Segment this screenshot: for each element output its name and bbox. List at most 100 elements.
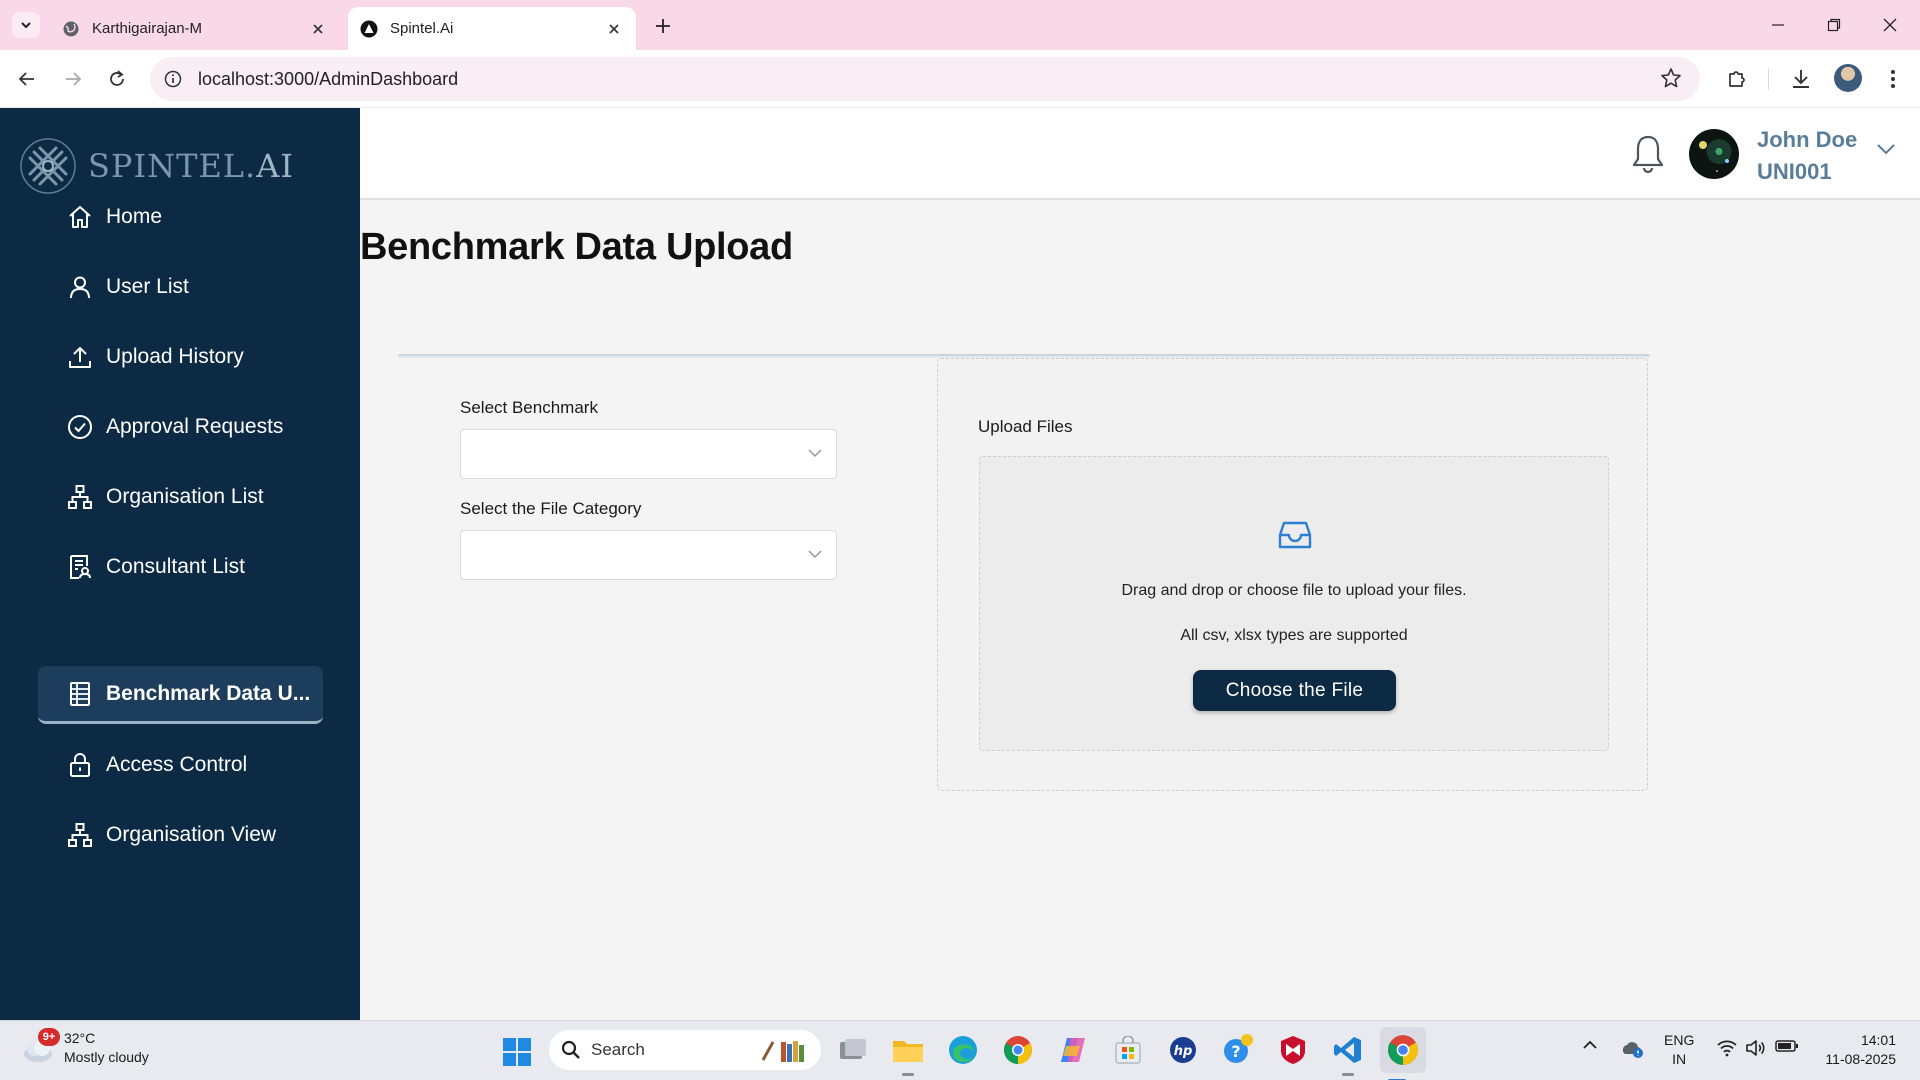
sidebar-item-organisation-view[interactable]: Organisation View [38, 806, 323, 864]
sidebar-item-access-control[interactable]: Access Control [38, 736, 323, 794]
battery-icon[interactable] [1775, 1039, 1799, 1053]
page-title: Benchmark Data Upload [360, 226, 793, 268]
plus-icon [656, 19, 670, 33]
browser-menu-button[interactable] [1878, 64, 1908, 94]
extensions-button[interactable] [1722, 64, 1752, 94]
sidebar-item-home[interactable]: Home [38, 188, 323, 246]
select-benchmark-dropdown[interactable] [460, 429, 837, 479]
cloud-icon: 9+ [20, 1028, 60, 1066]
back-button[interactable] [12, 64, 42, 94]
edge-browser-icon[interactable] [946, 1033, 980, 1067]
new-tab-button[interactable] [650, 13, 676, 39]
tab-search-dropdown[interactable] [12, 12, 40, 38]
home-icon [66, 203, 94, 231]
clock-time: 14:01 [1860, 1032, 1896, 1048]
browser-toolbar: localhost:3000/AdminDashboard [0, 50, 1920, 108]
svg-text:hp: hp [1174, 1044, 1193, 1059]
bookmark-star-icon[interactable] [1660, 67, 1682, 89]
arrow-left-icon [18, 72, 34, 86]
reload-icon [110, 70, 124, 86]
file-dropzone[interactable]: Drag and drop or choose file to upload y… [979, 456, 1609, 751]
reload-button[interactable] [102, 64, 132, 94]
notification-bell-icon[interactable] [1630, 133, 1666, 175]
globe-icon [62, 20, 80, 38]
toolbar-separator [1768, 68, 1769, 90]
sidebar-item-label: Organisation List [106, 485, 264, 508]
minimize-window-button[interactable] [1760, 10, 1796, 40]
spintel-logo-icon [20, 138, 76, 194]
system-clock[interactable]: 14:01 11-08-2025 [1816, 1031, 1896, 1069]
wifi-icon[interactable] [1716, 1039, 1738, 1057]
close-tab-icon[interactable] [306, 17, 330, 41]
select-category-label: Select the File Category [460, 499, 642, 518]
org-chart-icon [66, 483, 94, 511]
dropzone-instruction: Drag and drop or choose file to upload y… [1121, 582, 1467, 599]
sidebar-item-organisation-list[interactable]: Organisation List [38, 468, 323, 526]
site-info-icon[interactable] [160, 66, 186, 92]
inbox-icon [1278, 519, 1312, 551]
forward-button[interactable] [58, 64, 88, 94]
sidebar-item-benchmark-data-upload[interactable]: Benchmark Data U... [38, 666, 323, 724]
close-window-button[interactable] [1872, 10, 1908, 40]
arrow-right-icon [66, 72, 82, 86]
supported-types-text: All csv, xlsx types are supported [1180, 627, 1408, 644]
sidebar-item-upload-history[interactable]: Upload History [38, 328, 323, 386]
chevron-down-icon [808, 449, 822, 458]
svg-text:?: ? [1231, 1042, 1240, 1061]
sidebar-item-label: Benchmark Data U... [106, 681, 311, 705]
onedrive-status-icon[interactable] [1620, 1039, 1644, 1059]
sidebar-item-label: Consultant List [106, 555, 245, 578]
task-view-icon[interactable] [836, 1033, 870, 1067]
kebab-menu-icon [1891, 70, 1895, 88]
browser-tab-karthigairajan[interactable]: Karthigairajan-M [50, 7, 340, 50]
get-help-icon[interactable]: ? [1221, 1033, 1255, 1067]
mcafee-icon[interactable] [1276, 1033, 1310, 1067]
file-explorer-icon[interactable] [891, 1033, 925, 1076]
weather-condition: Mostly cloudy [64, 1049, 149, 1065]
downloads-button[interactable] [1786, 64, 1816, 94]
spintel-logo[interactable]: SPINTEL.AI [20, 138, 294, 194]
volume-icon[interactable] [1745, 1039, 1767, 1057]
sidebar-item-consultant-list[interactable]: Consultant List [38, 538, 323, 596]
weather-widget[interactable]: 9+ 32°C Mostly cloudy [20, 1028, 149, 1067]
url-text[interactable]: localhost:3000/AdminDashboard [198, 69, 458, 90]
copilot-icon[interactable] [1056, 1033, 1090, 1067]
browser-tab-bar: Karthigairajan-M Spintel.Ai [0, 0, 1920, 50]
clock-date: 11-08-2025 [1825, 1051, 1896, 1067]
windows-start-button[interactable] [503, 1038, 531, 1066]
hp-icon[interactable]: hp [1166, 1033, 1200, 1067]
show-hidden-icons-chevron-up-icon[interactable] [1582, 1039, 1598, 1051]
sidebar-item-label: Approval Requests [106, 415, 284, 438]
download-icon [1793, 70, 1809, 88]
select-file-category-dropdown[interactable] [460, 530, 837, 580]
browser-tab-spintel[interactable]: Spintel.Ai [348, 7, 636, 50]
sidebar-item-label: Upload History [106, 345, 244, 368]
input-language-indicator[interactable]: ENG IN [1664, 1031, 1694, 1069]
select-benchmark-label: Select Benchmark [460, 398, 598, 417]
close-tab-icon[interactable] [602, 17, 626, 41]
choose-file-button[interactable]: Choose the File [1193, 670, 1396, 711]
chrome-active-icon[interactable] [1380, 1027, 1426, 1080]
language-line2: IN [1672, 1051, 1687, 1067]
browser-profile-avatar[interactable] [1834, 64, 1862, 92]
taskbar-search[interactable]: Search [549, 1030, 821, 1070]
language-line1: ENG [1664, 1032, 1695, 1048]
upload-panel: Upload Files Drag and drop or choose fil… [937, 358, 1648, 791]
microsoft-store-icon[interactable] [1111, 1033, 1145, 1067]
chrome-icon[interactable] [1001, 1033, 1035, 1067]
close-icon [1883, 18, 1897, 32]
sidebar-item-user-list[interactable]: User List [38, 258, 323, 316]
consultant-list-icon [66, 553, 94, 581]
sidebar-item-approval-requests[interactable]: Approval Requests [38, 398, 323, 456]
address-bar[interactable]: localhost:3000/AdminDashboard [150, 57, 1700, 101]
chevron-down-icon [21, 22, 31, 29]
restore-window-button[interactable] [1816, 10, 1852, 40]
user-menu-chevron-down-icon[interactable] [1876, 142, 1896, 156]
user-avatar[interactable] [1689, 129, 1739, 179]
user-info[interactable]: John Doe UNI001 [1757, 124, 1857, 188]
vscode-icon[interactable] [1331, 1033, 1365, 1076]
org-chart-icon [66, 821, 94, 849]
upload-icon [66, 343, 94, 371]
windows-logo-icon [503, 1038, 531, 1066]
sidebar-item-label: Access Control [106, 753, 248, 776]
